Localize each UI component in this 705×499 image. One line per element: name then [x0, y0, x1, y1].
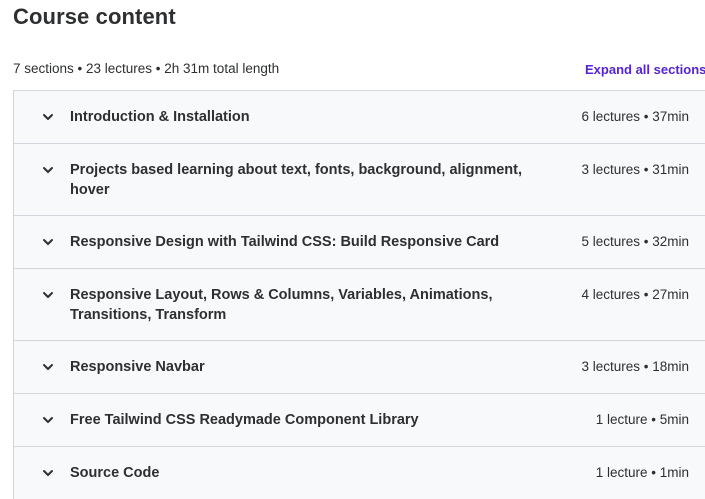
section-meta: 3 lectures • 31min [581, 162, 689, 177]
section-item-0[interactable]: Introduction & Installation 6 lectures •… [14, 91, 705, 144]
section-list: Introduction & Installation 6 lectures •… [13, 90, 705, 499]
section-item-1[interactable]: Projects based learning about text, font… [14, 144, 705, 216]
chevron-down-icon [41, 163, 55, 177]
section-meta: 1 lecture • 1min [595, 465, 689, 480]
section-meta: 1 lecture • 5min [595, 412, 689, 427]
section-title: Source Code [70, 465, 160, 481]
chevron-down-icon [41, 413, 55, 427]
page-title: Course content [13, 4, 176, 29]
chevron-down-icon [41, 235, 55, 249]
section-item-2[interactable]: Responsive Design with Tailwind CSS: Bui… [14, 216, 705, 269]
section-meta: 3 lectures • 18min [581, 359, 689, 374]
section-title: Introduction & Installation [70, 109, 250, 125]
course-content-panel: Course content 7 sections • 23 lectures … [0, 0, 705, 499]
chevron-down-icon [41, 360, 55, 374]
section-title: Responsive Navbar [70, 359, 205, 375]
section-item-3[interactable]: Responsive Layout, Rows & Columns, Varia… [14, 269, 705, 341]
section-meta: 5 lectures • 32min [581, 234, 689, 249]
chevron-down-icon [41, 466, 55, 480]
section-title: Free Tailwind CSS Readymade Component Li… [70, 412, 419, 428]
section-meta: 6 lectures • 37min [581, 109, 689, 124]
section-title: Responsive Design with Tailwind CSS: Bui… [70, 234, 500, 250]
section-title: Responsive Layout, Rows & Columns, Varia… [70, 287, 493, 323]
section-item-4[interactable]: Responsive Navbar 3 lectures • 18min [14, 341, 705, 394]
section-item-5[interactable]: Free Tailwind CSS Readymade Component Li… [14, 394, 705, 447]
course-summary: 7 sections • 23 lectures • 2h 31m total … [13, 61, 280, 76]
section-title: Projects based learning about text, font… [70, 162, 522, 198]
chevron-down-icon [41, 288, 55, 302]
section-meta: 4 lectures • 27min [581, 287, 689, 302]
section-item-6[interactable]: Source Code 1 lecture • 1min [14, 447, 705, 499]
expand-all-sections-button[interactable]: Expand all sections [585, 62, 705, 77]
chevron-down-icon [41, 110, 55, 124]
